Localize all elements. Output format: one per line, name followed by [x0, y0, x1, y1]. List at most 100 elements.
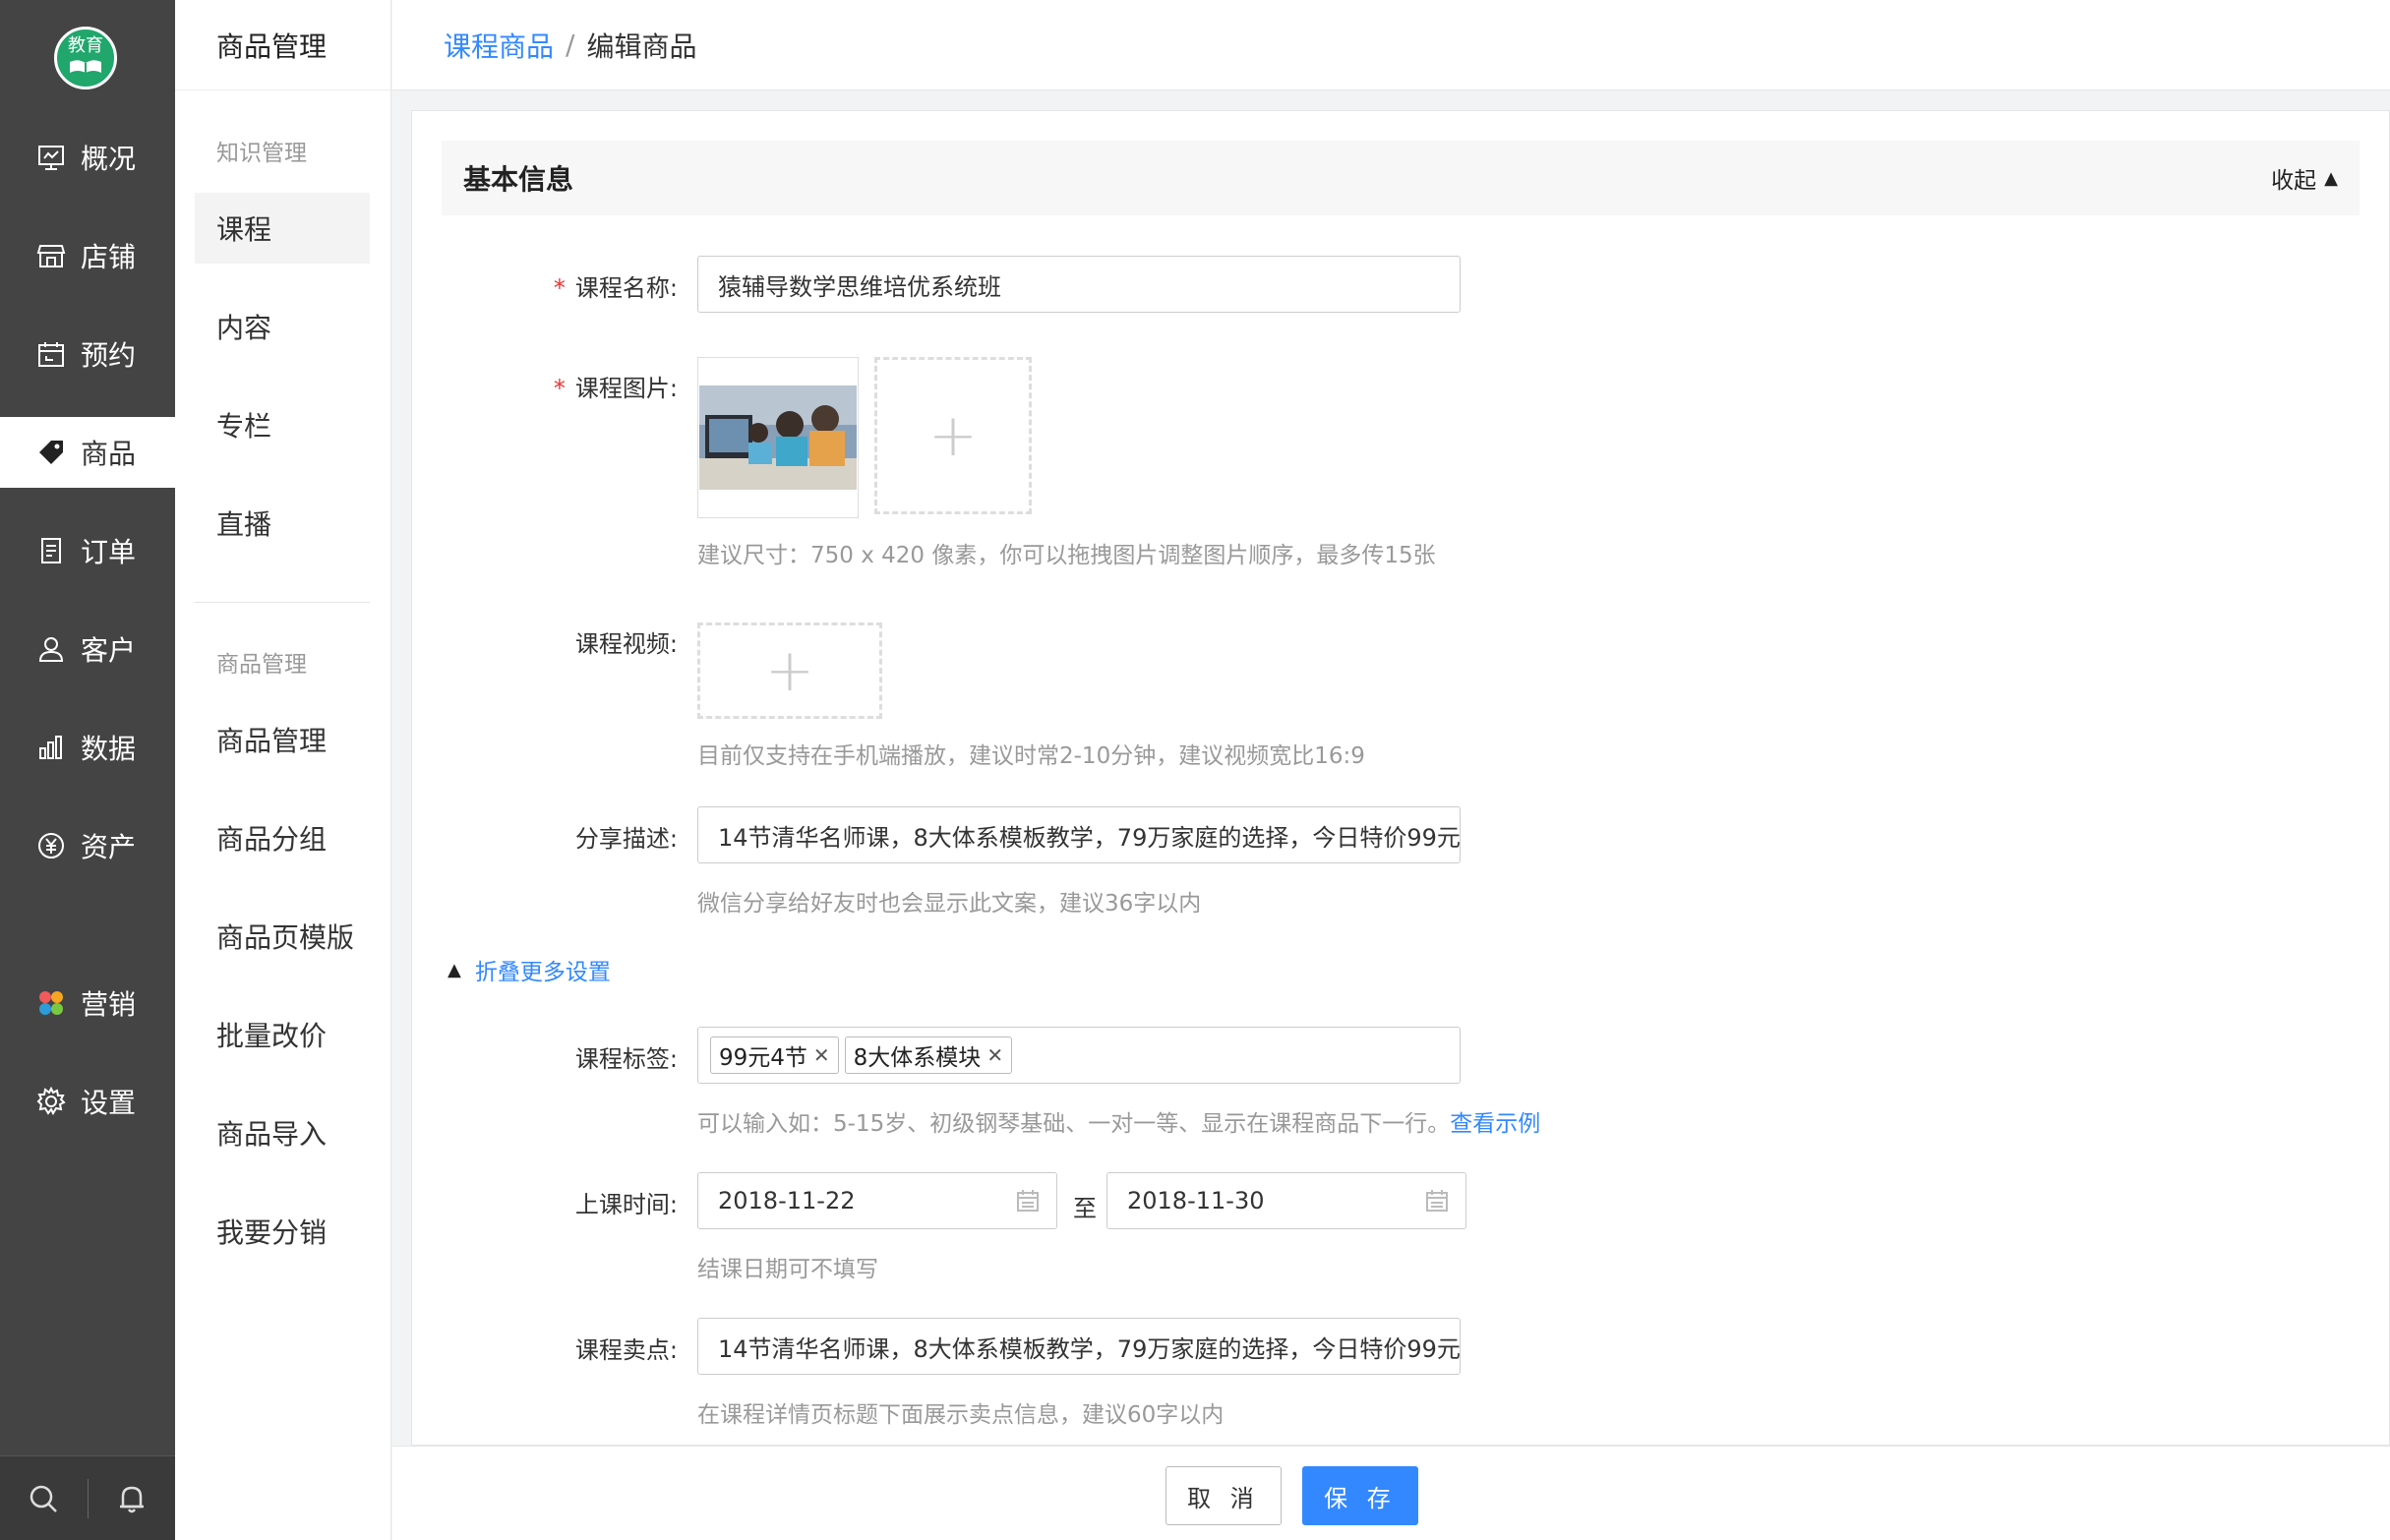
view-example-link[interactable]: 查看示例	[1450, 1111, 1540, 1137]
course-image-label: * 课程图片:	[554, 369, 678, 403]
tag-label: 8大体系模块	[853, 1045, 982, 1071]
nav-label: 概况	[81, 143, 137, 175]
course-tags-input[interactable]: 99元4节 ✕ 8大体系模块 ✕	[697, 1027, 1461, 1084]
subnav-item-content[interactable]: 内容	[195, 291, 370, 362]
subnav-item-goods-manage[interactable]: 商品管理	[195, 704, 370, 775]
search-icon[interactable]	[0, 1456, 88, 1540]
close-icon[interactable]: ✕	[986, 1043, 1003, 1067]
tags-hint: 可以输入如：5-15岁、初级钢琴基础、一对一等、显示在课程商品下一行。查看示例	[697, 1104, 1540, 1138]
app-root: 教育 概况 店铺 预约 商品 订单 客户 数据 资产 营销 设置 商品管理 知识…	[0, 0, 2390, 1540]
calendar-icon	[35, 338, 67, 370]
breadcrumb-parent-link[interactable]: 课程商品	[444, 26, 554, 65]
subnav-item-page-template[interactable]: 商品页模版	[195, 901, 370, 972]
tag-label: 99元4节	[719, 1045, 807, 1071]
dashboard-icon	[35, 142, 67, 173]
store-icon	[35, 240, 67, 271]
nav-label: 预约	[81, 339, 137, 372]
tags-hint-text: 可以输入如：5-15岁、初级钢琴基础、一对一等、显示在课程商品下一行。	[697, 1111, 1451, 1137]
nav-item-settings[interactable]: 设置	[0, 1066, 175, 1137]
nav-item-marketing[interactable]: 营销	[0, 968, 175, 1038]
course-image-thumbnail[interactable]	[697, 357, 859, 518]
nav-item-data[interactable]: 数据	[0, 712, 175, 783]
nav-label: 店铺	[81, 241, 137, 273]
label-text: 分享描述:	[574, 825, 678, 853]
cancel-button[interactable]: 取 消	[1165, 1466, 1282, 1525]
caret-up-icon: ▲	[2324, 167, 2338, 189]
sidebar-bottom-bar	[0, 1455, 175, 1540]
subnav-item-batch-price[interactable]: 批量改价	[195, 999, 370, 1070]
gear-icon	[35, 1086, 67, 1117]
tag-chip: 99元4节 ✕	[710, 1037, 839, 1074]
caret-up-icon: ▲	[448, 959, 461, 980]
plus-icon: +	[764, 636, 815, 705]
end-date-picker[interactable]: 2018-11-30	[1106, 1172, 1466, 1229]
bell-icon[interactable]	[89, 1456, 176, 1540]
yuan-icon	[35, 830, 67, 861]
order-icon	[35, 535, 67, 566]
course-video-label: 课程视频:	[575, 624, 678, 659]
nav-item-assets[interactable]: 资产	[0, 810, 175, 881]
secondary-sidebar: 商品管理 知识管理 课程 内容 专栏 直播 商品管理 商品管理 商品分组 商品页…	[175, 0, 391, 1540]
nav-item-goods[interactable]: 商品	[0, 417, 175, 488]
label-text: 上课时间:	[574, 1191, 678, 1218]
breadcrumb: 课程商品 / 编辑商品	[392, 0, 2390, 90]
nav-label: 设置	[81, 1087, 137, 1119]
tag-chip: 8大体系模块 ✕	[844, 1037, 1013, 1074]
action-footer: 取 消 保 存	[392, 1446, 2390, 1540]
share-desc-label: 分享描述:	[575, 819, 678, 854]
share-desc-input[interactable]: 14节清华名师课，8大体系模板教学，79万家庭的选择，今日特价99元	[697, 806, 1461, 863]
collapse-toggle[interactable]: 收起 ▲	[2271, 161, 2338, 195]
start-date-picker[interactable]: 2018-11-22	[697, 1172, 1057, 1229]
group-label-knowledge: 知识管理	[216, 141, 307, 166]
nav-item-customers[interactable]: 客户	[0, 614, 175, 684]
more-settings-toggle[interactable]: ▲ 折叠更多设置	[448, 953, 611, 986]
close-icon[interactable]: ✕	[813, 1043, 830, 1067]
nav-item-booking[interactable]: 预约	[0, 319, 175, 389]
subnav-item-column[interactable]: 专栏	[195, 389, 370, 460]
breadcrumb-current: 编辑商品	[586, 30, 697, 63]
label-text: 课程标签:	[574, 1045, 678, 1073]
more-settings-label: 折叠更多设置	[474, 960, 611, 985]
label-text: 课程卖点:	[574, 1336, 678, 1364]
subnav-item-goods-group[interactable]: 商品分组	[195, 802, 370, 873]
nav-item-orders[interactable]: 订单	[0, 515, 175, 586]
divider	[195, 602, 370, 603]
logo[interactable]: 教育	[54, 27, 117, 89]
calendar-icon	[1426, 1190, 1448, 1212]
subnav-item-course[interactable]: 课程	[195, 193, 370, 264]
section-title: 基本信息	[463, 163, 574, 196]
save-button[interactable]: 保 存	[1302, 1466, 1418, 1525]
nav-label: 订单	[81, 536, 137, 568]
course-name-label: * 课程名称:	[554, 268, 678, 303]
image-hint: 建议尺寸：750 x 420 像素，你可以拖拽图片调整图片顺序，最多传15张	[697, 543, 1436, 568]
breadcrumb-separator: /	[566, 29, 575, 61]
video-hint: 目前仅支持在手机端播放，建议时常2-10分钟，建议视频宽比16:9	[697, 743, 1365, 769]
nav-item-overview[interactable]: 概况	[0, 122, 175, 193]
group-label-goods: 商品管理	[216, 652, 307, 678]
end-date-value: 2018-11-30	[1127, 1187, 1265, 1214]
tag-icon	[35, 437, 67, 468]
chart-icon	[35, 732, 67, 763]
date-range-separator: 至	[1073, 1195, 1097, 1222]
calendar-icon	[1017, 1190, 1039, 1212]
edit-form-card: 基本信息 收起 ▲ * 课程名称: 猿辅导数学思维培优系统班 * 课程图片: +…	[411, 110, 2390, 1446]
subnav-item-import[interactable]: 商品导入	[195, 1097, 370, 1168]
class-time-label: 上课时间:	[575, 1185, 678, 1219]
nav-label: 资产	[81, 831, 137, 863]
start-date-value: 2018-11-22	[718, 1187, 856, 1214]
nav-label: 数据	[81, 733, 137, 765]
selling-point-label: 课程卖点:	[575, 1331, 678, 1365]
label-text: 课程名称:	[574, 274, 678, 302]
add-image-button[interactable]: +	[874, 357, 1032, 514]
course-name-input[interactable]: 猿辅导数学思维培优系统班	[697, 256, 1461, 313]
classroom-photo	[699, 385, 857, 490]
nav-label: 营销	[81, 988, 137, 1021]
nav-item-store[interactable]: 店铺	[0, 220, 175, 291]
add-video-button[interactable]: +	[697, 622, 882, 719]
selling-point-input[interactable]: 14节清华名师课，8大体系模板教学，79万家庭的选择，今日特价99元	[697, 1318, 1461, 1375]
label-text: 课程图片:	[574, 375, 678, 402]
plus-icon: +	[927, 401, 979, 470]
subnav-item-distribution[interactable]: 我要分销	[195, 1196, 370, 1267]
section-header: 基本信息 收起 ▲	[442, 141, 2360, 215]
subnav-item-live[interactable]: 直播	[195, 488, 370, 559]
